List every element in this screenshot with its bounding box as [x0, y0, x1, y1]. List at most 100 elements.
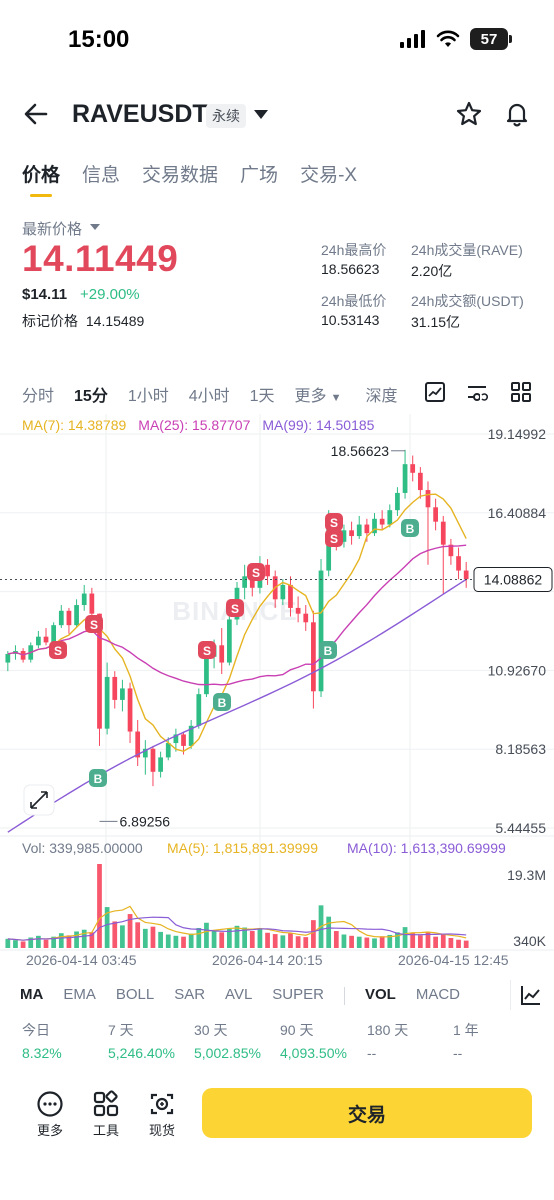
- volume-bar: [410, 933, 416, 948]
- y-tick-label: 8.18563: [495, 741, 546, 757]
- x-axis-label: 2026-04-15 12:45: [398, 952, 509, 968]
- star-icon[interactable]: [455, 100, 483, 128]
- volume-bar: [188, 933, 194, 948]
- sell-marker-letter: S: [330, 516, 338, 530]
- interval-more-label: 更多: [294, 388, 327, 405]
- volume-bar: [265, 932, 270, 948]
- signal-icon: [400, 30, 425, 48]
- y-tick-label: 10.92670: [488, 662, 547, 678]
- volume-bar: [181, 936, 186, 948]
- indicator-sar[interactable]: SAR: [174, 986, 205, 1005]
- volume-base-value: 2.20亿: [411, 263, 453, 279]
- tab-price[interactable]: 价格: [22, 160, 60, 197]
- candle-body: [288, 584, 293, 608]
- price-type-caret-icon[interactable]: [90, 224, 100, 230]
- ma-legend-ma7: MA(7): 14.38789: [22, 417, 126, 433]
- mark-price: 标记价格 14.15489: [22, 311, 144, 331]
- interval-15m[interactable]: 15分: [74, 382, 108, 406]
- latest-price-label[interactable]: 最新价格: [22, 218, 82, 239]
- volume-bar: [120, 925, 125, 948]
- tab-trading-data[interactable]: 交易数据: [142, 160, 218, 187]
- indicator-vol[interactable]: VOL: [365, 986, 396, 1005]
- tab-info[interactable]: 信息: [82, 160, 120, 187]
- candle-body: [242, 576, 248, 588]
- tab-square[interactable]: 广场: [240, 160, 278, 187]
- tools-icon[interactable]: [92, 1090, 120, 1118]
- spot-label[interactable]: 现货: [142, 1120, 182, 1139]
- interval-more[interactable]: 更多 ▼: [295, 382, 342, 406]
- volume-bar: [295, 936, 301, 948]
- interval-1h[interactable]: 1小时: [128, 382, 169, 406]
- perf-7d-value: 5,246.40%: [108, 1045, 175, 1061]
- perf-today-value: 8.32%: [22, 1045, 62, 1061]
- volume-bar: [417, 935, 423, 948]
- indicator-ma[interactable]: MA: [20, 986, 43, 1005]
- indicator-settings-icon[interactable]: [466, 381, 488, 403]
- candle-body: [181, 734, 186, 746]
- indicator-macd[interactable]: MACD: [416, 986, 460, 1005]
- interval-4h[interactable]: 4小时: [189, 382, 230, 406]
- mark-price-value: 14.15489: [85, 313, 145, 329]
- candle-body: [226, 619, 232, 663]
- back-arrow-icon[interactable]: [22, 100, 50, 128]
- volume-bar: [280, 935, 286, 948]
- more-icon[interactable]: [36, 1090, 64, 1118]
- main-tabs: 价格 信息 交易数据 广场 交易-X: [22, 160, 357, 197]
- ma-legend-ma25: MA(25): 15.87707: [138, 417, 250, 433]
- interval-selector: 分时 15分 1小时 4小时 1天 更多 ▼ 深度: [22, 382, 417, 406]
- candle-body: [425, 490, 431, 508]
- perf-90d-value: 4,093.50%: [280, 1045, 347, 1061]
- last-price-usd: $14.11: [22, 286, 68, 303]
- volume-bar: [395, 932, 400, 948]
- indicator-avl[interactable]: AVL: [225, 986, 252, 1005]
- chart-style-icon[interactable]: [424, 381, 446, 403]
- volume-bar: [36, 935, 41, 948]
- high-24h-value: 18.56623: [321, 261, 380, 277]
- perf-30d-value: 5,002.85%: [194, 1045, 261, 1061]
- tools-label[interactable]: 工具: [86, 1120, 126, 1139]
- interval-1d[interactable]: 1天: [250, 382, 275, 406]
- layout-grid-icon[interactable]: [510, 381, 532, 403]
- volume-bar: [13, 940, 18, 948]
- candle-body: [303, 613, 309, 623]
- sell-marker-letter: S: [231, 602, 239, 616]
- volume-legend-ma10: MA(10): 1,613,390.69999: [347, 840, 506, 856]
- interval-depth[interactable]: 深度: [365, 382, 397, 406]
- x-axis-label: 2026-04-14 03:45: [26, 952, 137, 968]
- indicator-ema[interactable]: EMA: [63, 986, 96, 1005]
- volume-bar: [165, 934, 171, 948]
- candle-body: [204, 656, 209, 695]
- candle-body: [81, 593, 87, 606]
- indicator-chart-icon[interactable]: [520, 984, 542, 1006]
- y-tick-label: 5.44455: [495, 820, 546, 836]
- indicator-tabs: MA EMA BOLL SAR AVL SUPER VOL MACD: [20, 986, 480, 1005]
- volume-bar: [326, 916, 332, 948]
- candle-body: [5, 653, 11, 663]
- candle-body: [280, 584, 286, 600]
- indicator-boll[interactable]: BOLL: [116, 986, 154, 1005]
- bell-icon[interactable]: [503, 100, 531, 128]
- more-label[interactable]: 更多: [30, 1120, 70, 1139]
- candle-body: [456, 556, 461, 571]
- wifi-icon: [436, 30, 460, 47]
- spot-icon[interactable]: [148, 1090, 176, 1118]
- candlestick-chart[interactable]: BINANCEMA(7): 14.38789MA(25): 15.87707MA…: [0, 410, 554, 968]
- volume-bar: [379, 936, 385, 948]
- candle-body: [387, 510, 393, 525]
- tab-trade-x[interactable]: 交易-X: [300, 160, 357, 187]
- volume-bar: [219, 932, 225, 948]
- indicator-super[interactable]: SUPER: [272, 986, 324, 1005]
- perf-180d-value: --: [367, 1045, 377, 1061]
- interval-timeline[interactable]: 分时: [22, 382, 54, 406]
- volume-bar: [272, 934, 278, 948]
- candle-body: [104, 676, 110, 729]
- y-tick-label: 19.14992: [488, 426, 547, 442]
- candle-body: [43, 636, 49, 643]
- symbol-dropdown-icon[interactable]: [254, 110, 268, 119]
- candle-body: [158, 757, 163, 772]
- volume-bar: [112, 921, 118, 948]
- trade-button[interactable]: 交易: [202, 1088, 532, 1138]
- volume-bar: [456, 939, 461, 948]
- candle-body: [318, 570, 324, 692]
- symbol-title[interactable]: RAVEUSDT: [72, 100, 208, 129]
